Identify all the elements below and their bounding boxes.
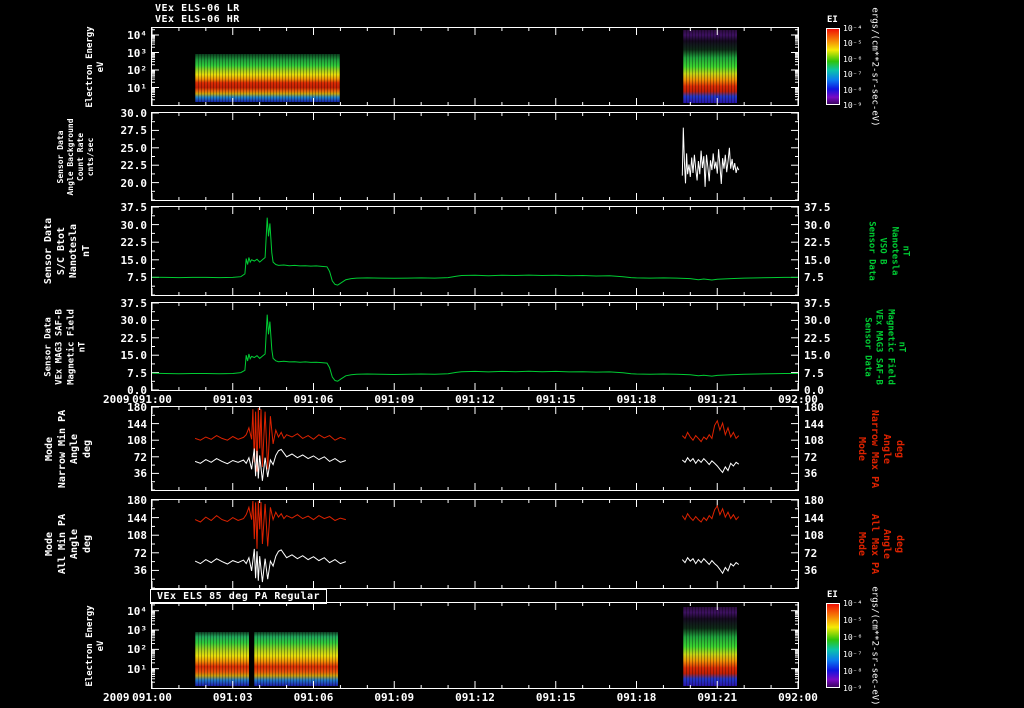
x-tick-label: 091:03	[212, 691, 253, 704]
x-tick-label: 091:18	[616, 691, 657, 704]
colorbar-title: EI	[827, 590, 838, 600]
colorbar-tick-label: 10⁻⁷	[843, 650, 863, 659]
colorbar	[826, 603, 840, 688]
x-tick-label: 091:00	[132, 691, 172, 704]
y-tick-label: 10⁴	[127, 604, 147, 618]
colorbar-tick-label: 10⁻⁵	[843, 616, 863, 625]
y-tick-label: 10¹	[127, 662, 147, 676]
colorbar-tick-label: 10⁻⁹	[843, 684, 863, 693]
x-tick-label: 091:12	[455, 691, 495, 704]
x-tick-label: 091:09	[374, 691, 415, 704]
year-label: 2009	[103, 691, 130, 704]
x-tick-label: 091:15	[535, 691, 576, 704]
y-tick-label: 10²	[127, 643, 147, 657]
x-tick-label: 091:06	[293, 691, 334, 704]
colorbar-tick-label: 10⁻⁶	[843, 633, 863, 642]
colorbar-units-label: ergs/(cm**2-sr-sec-eV)	[869, 585, 880, 706]
x-tick-label: 091:21	[697, 691, 738, 704]
x-tick-label: 092:00	[778, 691, 818, 704]
y-axis-label: Electron Energy eV	[84, 604, 106, 687]
colorbar-tick-label: 10⁻⁸	[843, 667, 863, 676]
y-tick-label: 10³	[127, 624, 147, 637]
survey-plot-page: VEx ELS-06 LR VEx ELS-06 HR VEx ELS 85 d…	[0, 0, 1024, 708]
colorbar-tick-label: 10⁻⁴	[843, 599, 863, 608]
